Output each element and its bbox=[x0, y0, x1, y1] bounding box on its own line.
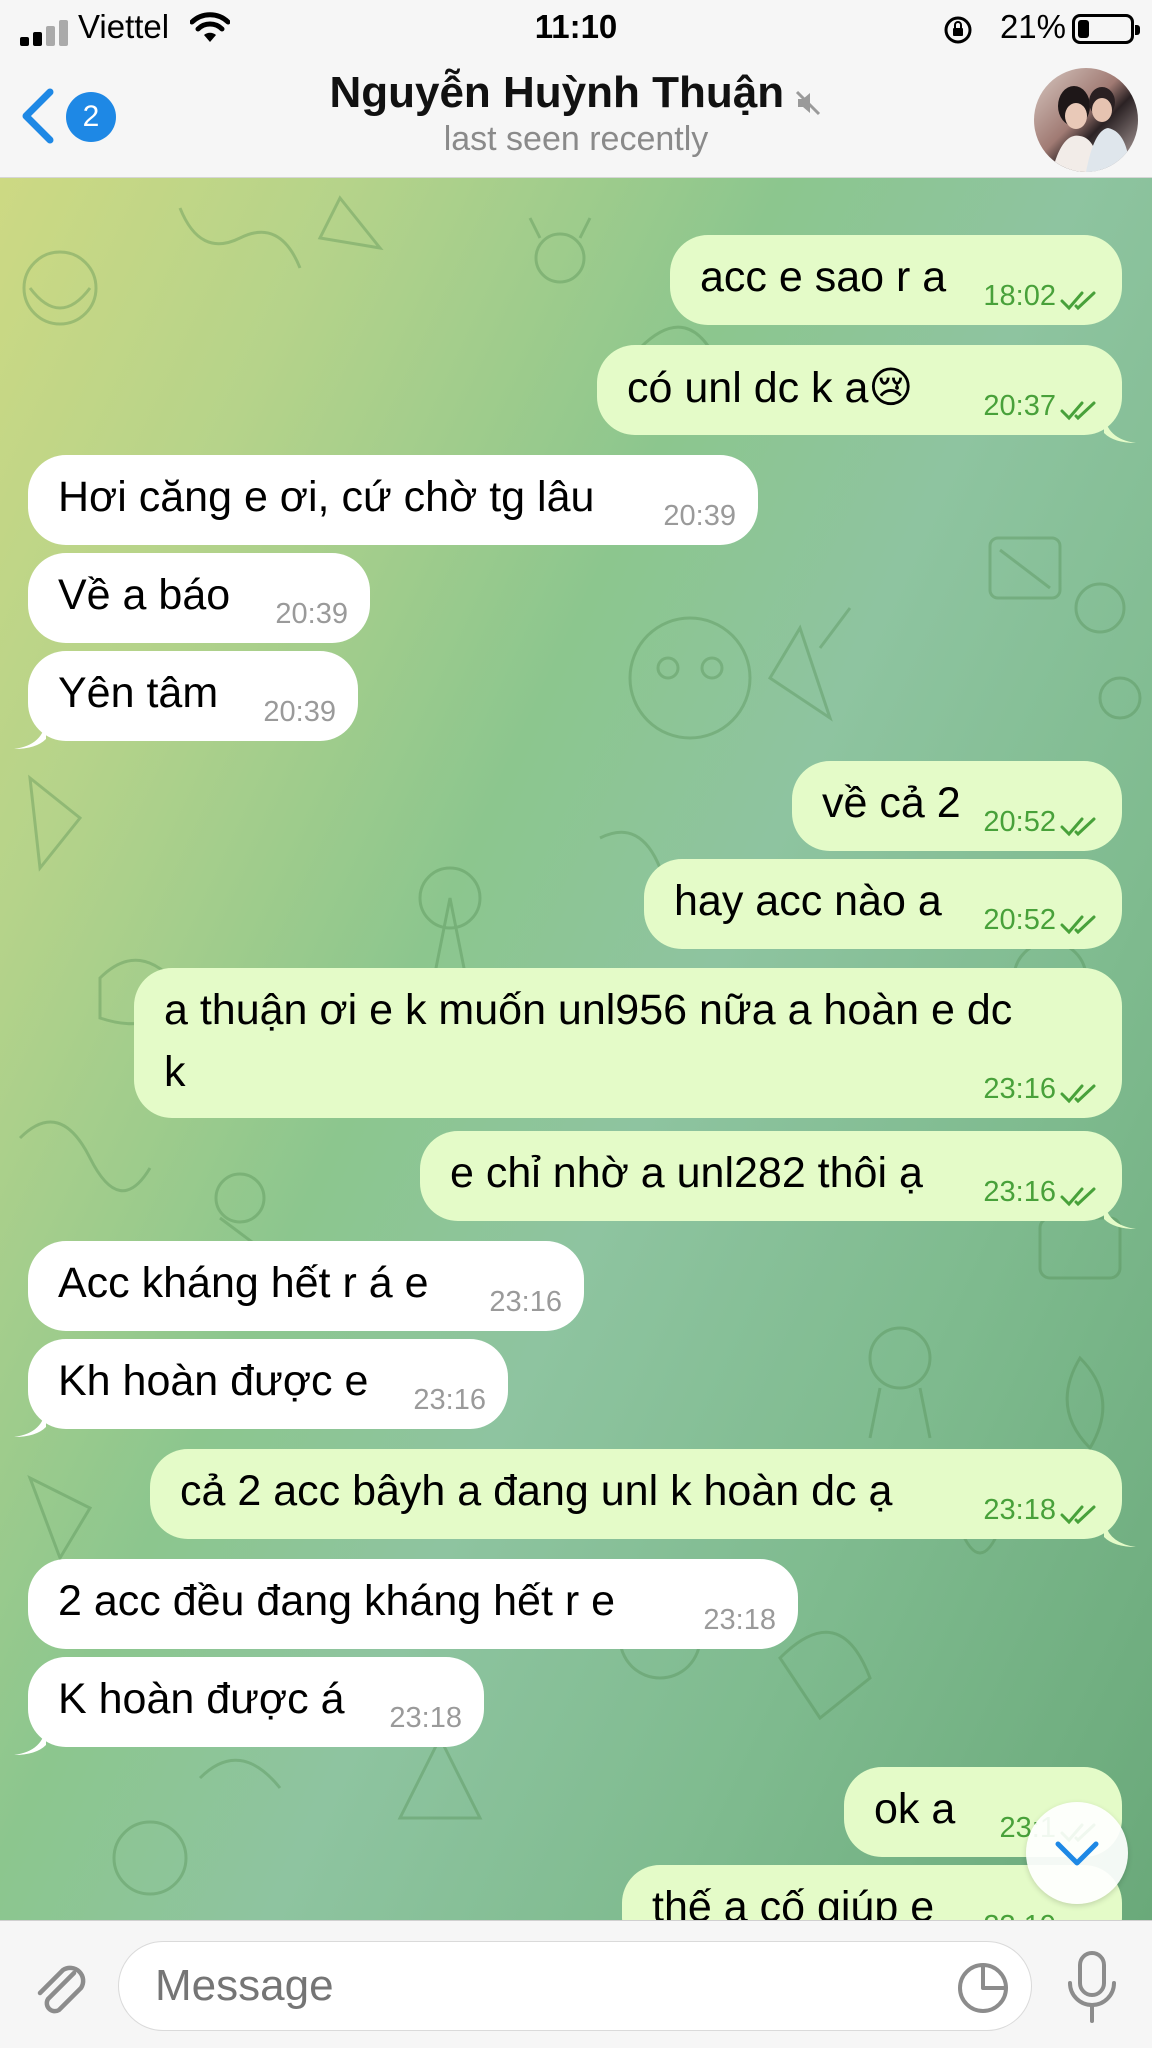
message-text: có unl dc k a😢 bbox=[627, 364, 914, 412]
message-time: 23:16 bbox=[983, 1073, 1056, 1105]
scroll-to-bottom-button[interactable] bbox=[1026, 1802, 1128, 1904]
incoming-message[interactable]: 2 acc đều đang kháng hết r e 23:18 bbox=[28, 1559, 798, 1649]
message-time: 20:39 bbox=[663, 500, 736, 532]
message-text: Về a báo bbox=[58, 571, 231, 619]
message-text: Acc kháng hết r á e bbox=[58, 1259, 429, 1307]
message-text: K hoàn được á bbox=[58, 1675, 345, 1723]
bubble-tail bbox=[1104, 405, 1136, 443]
message-meta: 23:16 bbox=[413, 1384, 486, 1417]
message-text: a thuận ơi e k muốn unl956 nữa a hoàn e … bbox=[164, 986, 1013, 1034]
attach-icon[interactable] bbox=[28, 1955, 92, 2019]
message-time: 20:39 bbox=[263, 696, 336, 728]
orientation-lock-icon bbox=[944, 16, 972, 44]
message-text: ok a bbox=[874, 1785, 956, 1833]
contact-avatar[interactable] bbox=[1034, 68, 1138, 172]
message-time: 23:19 bbox=[983, 1910, 1056, 1920]
message-meta: 23:18 bbox=[983, 1494, 1100, 1527]
bubble-tail bbox=[1104, 1509, 1136, 1547]
composer bbox=[0, 1920, 1152, 2048]
chat-title-area[interactable]: Nguyễn Huỳnh Thuận last seen recently bbox=[200, 68, 952, 159]
message-meta: 23:16 bbox=[983, 1176, 1100, 1209]
message-text: e chỉ nhờ a unl282 thôi ạ bbox=[450, 1149, 923, 1197]
outgoing-message[interactable]: hay acc nào a 20:52 bbox=[644, 859, 1122, 949]
outgoing-message[interactable]: e chỉ nhờ a unl282 thôi ạ 23:16 bbox=[420, 1131, 1136, 1229]
avatar-photo bbox=[1052, 86, 1130, 172]
message-meta: 23:18 bbox=[389, 1702, 462, 1735]
message-time: 20:37 bbox=[983, 390, 1056, 422]
read-receipt-icon bbox=[1060, 812, 1100, 837]
message-meta: 23:19 bbox=[983, 1910, 1100, 1920]
incoming-message[interactable]: Yên tâm 20:39 bbox=[14, 651, 358, 749]
read-receipt-icon bbox=[1060, 1182, 1100, 1207]
message-text: hay acc nào a bbox=[674, 877, 942, 925]
message-time: 23:18 bbox=[983, 1494, 1056, 1526]
message-meta: 20:39 bbox=[275, 598, 348, 631]
message-text: k bbox=[164, 1048, 186, 1096]
read-receipt-icon bbox=[1060, 1079, 1100, 1104]
message-input[interactable] bbox=[118, 1941, 1032, 2031]
message-text: Yên tâm bbox=[58, 669, 219, 717]
message-time: 23:16 bbox=[983, 1176, 1056, 1208]
message-text: cả 2 acc bâyh a đang unl k hoàn dc ạ bbox=[180, 1467, 893, 1515]
outgoing-message[interactable]: có unl dc k a😢 20:37 bbox=[597, 345, 1136, 443]
unread-count-badge[interactable]: 2 bbox=[66, 92, 116, 142]
message-time: 20:39 bbox=[275, 598, 348, 630]
contact-status: last seen recently bbox=[443, 120, 709, 158]
status-bar: Viettel 11:10 21% bbox=[0, 0, 1152, 60]
read-receipt-icon bbox=[1060, 396, 1100, 421]
contact-name: Nguyễn Huỳnh Thuận bbox=[329, 68, 785, 117]
outgoing-message[interactable]: về cả 2 20:52 bbox=[792, 761, 1122, 851]
outgoing-message[interactable]: a thuận ơi e k muốn unl956 nữa a hoàn e … bbox=[134, 968, 1122, 1118]
read-receipt-icon bbox=[1060, 910, 1100, 935]
message-meta: 23:16 bbox=[983, 1073, 1100, 1106]
clock: 11:10 bbox=[534, 8, 618, 45]
incoming-message[interactable]: Hơi căng e ơi, cứ chờ tg lâu 20:39 bbox=[28, 455, 758, 545]
message-list[interactable]: acc e sao r a 18:02 có unl dc k a😢 20:37 Hơi… bbox=[0, 178, 1152, 1920]
outgoing-message[interactable]: acc e sao r a 18:02 bbox=[670, 235, 1122, 325]
message-time: 23:18 bbox=[389, 1702, 462, 1734]
message-time: 20:52 bbox=[983, 806, 1056, 838]
message-text: về cả 2 bbox=[822, 779, 961, 827]
back-chevron-icon[interactable] bbox=[18, 86, 58, 146]
message-time: 23:16 bbox=[413, 1384, 486, 1416]
message-meta: 20:39 bbox=[263, 696, 336, 729]
message-text: Kh hoàn được e bbox=[58, 1357, 369, 1405]
bubble-tail bbox=[14, 1717, 46, 1755]
message-meta: 23:16 bbox=[489, 1286, 562, 1319]
message-text: 2 acc đều đang kháng hết r e bbox=[58, 1577, 616, 1625]
bubble-tail bbox=[1104, 1191, 1136, 1229]
read-receipt-icon bbox=[1060, 286, 1100, 311]
chevron-down-icon bbox=[1055, 1841, 1099, 1866]
message-time: 23:18 bbox=[703, 1604, 776, 1636]
message-time: 20:52 bbox=[983, 904, 1056, 936]
message-text: acc e sao r a bbox=[700, 253, 947, 301]
outgoing-message[interactable]: cả 2 acc bâyh a đang unl k hoàn dc ạ 23:1… bbox=[150, 1449, 1136, 1547]
message-time: 18:02 bbox=[983, 280, 1056, 312]
message-text: thế a cố giúp e bbox=[652, 1883, 935, 1920]
microphone-icon[interactable] bbox=[1064, 1949, 1120, 2027]
chat-header: 2 Nguyễn Huỳnh Thuận last seen recently bbox=[0, 60, 1152, 178]
message-meta: 18:02 bbox=[983, 280, 1100, 313]
incoming-message[interactable]: K hoàn được á 23:18 bbox=[14, 1657, 484, 1755]
message-meta: 20:37 bbox=[983, 390, 1100, 423]
read-receipt-icon bbox=[1060, 1500, 1100, 1525]
incoming-message[interactable]: Kh hoàn được e 23:16 bbox=[14, 1339, 508, 1437]
bubble-tail bbox=[14, 1399, 46, 1437]
message-time: 23:16 bbox=[489, 1286, 562, 1318]
battery-icon bbox=[1072, 14, 1140, 44]
incoming-message[interactable]: Acc kháng hết r á e 23:16 bbox=[28, 1241, 584, 1331]
message-meta: 23:18 bbox=[703, 1604, 776, 1637]
bubble-tail bbox=[14, 711, 46, 749]
incoming-message[interactable]: Về a báo 20:39 bbox=[28, 553, 370, 643]
message-meta: 20:52 bbox=[983, 904, 1100, 937]
mute-icon bbox=[795, 90, 820, 115]
message-meta: 20:39 bbox=[663, 500, 736, 533]
message-meta: 20:52 bbox=[983, 806, 1100, 839]
sticker-icon[interactable] bbox=[956, 1961, 1010, 2015]
message-text: Hơi căng e ơi, cứ chờ tg lâu bbox=[58, 473, 595, 521]
battery-percent: 21% bbox=[999, 8, 1066, 45]
